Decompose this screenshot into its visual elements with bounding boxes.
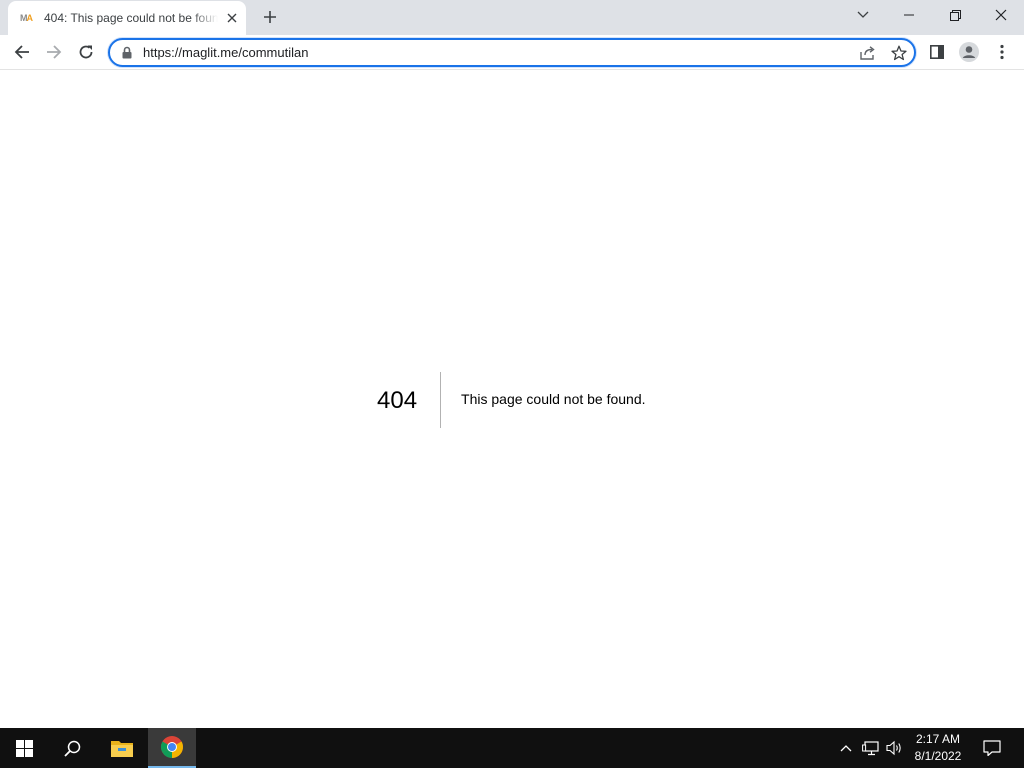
url-text[interactable]: https://maglit.me/commutilan — [143, 45, 308, 61]
notifications-button[interactable] — [978, 728, 1006, 768]
page-viewport: 404 This page could not be found. — [0, 71, 1024, 728]
tab-strip: MA 404: This page could not be found — [0, 0, 1024, 35]
error-code: 404 — [377, 372, 442, 428]
start-button[interactable] — [0, 728, 48, 768]
bookmark-star-icon[interactable] — [889, 43, 909, 63]
error-container: 404 This page could not be found. — [377, 372, 646, 428]
error-message: This page could not be found. — [461, 390, 646, 407]
profile-avatar-icon[interactable] — [955, 38, 983, 66]
lock-icon[interactable] — [122, 46, 132, 64]
search-icon — [63, 740, 80, 757]
action-center-icon — [983, 740, 1001, 756]
tab-search-chevron-icon[interactable] — [840, 0, 886, 30]
network-icon[interactable] — [860, 728, 882, 768]
forward-button[interactable] — [40, 38, 68, 66]
site-favicon-icon: MA — [20, 13, 33, 23]
volume-icon[interactable] — [884, 728, 906, 768]
close-tab-icon[interactable] — [223, 9, 241, 27]
show-hidden-icons-chevron-icon[interactable] — [836, 728, 856, 768]
folder-icon — [111, 741, 133, 757]
reload-button[interactable] — [72, 38, 100, 66]
close-window-button[interactable] — [978, 0, 1024, 30]
file-explorer-button[interactable] — [98, 728, 146, 768]
clock-time: 2:17 AM — [915, 732, 961, 746]
chrome-icon — [161, 736, 183, 758]
restore-window-button[interactable] — [932, 0, 978, 30]
tab-title: 404: This page could not be found — [44, 11, 218, 25]
browser-tab-active[interactable]: MA 404: This page could not be found — [8, 1, 246, 35]
share-icon[interactable] — [858, 43, 878, 63]
clock-date: 8/1/2022 — [914, 749, 962, 763]
minimize-window-button[interactable] — [886, 0, 932, 30]
side-panel-icon[interactable] — [923, 38, 951, 66]
windows-logo-icon — [15, 739, 33, 757]
address-bar[interactable]: https://maglit.me/commutilan — [108, 38, 916, 67]
new-tab-button[interactable] — [258, 5, 282, 29]
more-options-icon[interactable] — [988, 38, 1016, 66]
taskbar-clock[interactable]: 2:17 AM 8/1/2022 — [908, 731, 968, 765]
taskbar-search-button[interactable] — [48, 728, 96, 768]
back-button[interactable] — [8, 38, 36, 66]
browser-toolbar: https://maglit.me/commutilan — [0, 35, 1024, 70]
windows-taskbar: 2:17 AM 8/1/2022 — [0, 728, 1024, 768]
chrome-taskbar-button[interactable] — [148, 728, 196, 768]
